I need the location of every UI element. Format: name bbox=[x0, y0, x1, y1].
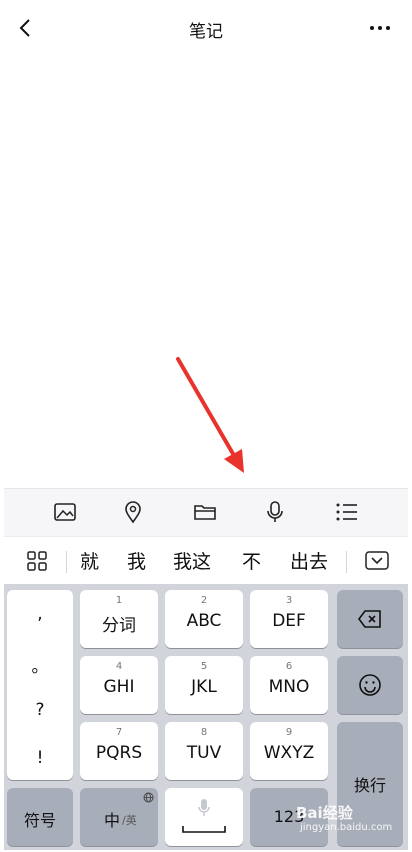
candidate-word[interactable]: 出去 bbox=[290, 547, 328, 574]
punctuation-exclaim[interactable]: ! bbox=[7, 748, 73, 768]
page-title: 笔记 bbox=[189, 22, 223, 42]
checklist-icon[interactable] bbox=[334, 499, 360, 525]
watermark-brand: Bai经验 bbox=[296, 804, 353, 822]
folder-icon[interactable] bbox=[192, 499, 218, 525]
microphone-icon bbox=[198, 799, 210, 816]
punctuation-question[interactable]: ? bbox=[7, 700, 73, 720]
space-key[interactable] bbox=[165, 788, 243, 846]
emoji-icon bbox=[359, 674, 381, 696]
symbols-key[interactable]: 符号 bbox=[7, 788, 73, 846]
language-switch-key[interactable]: 中 /英 bbox=[80, 788, 158, 846]
punctuation-period[interactable]: 。 bbox=[7, 652, 73, 677]
punctuation-list[interactable]: , 。 ? ! bbox=[7, 590, 73, 780]
watermark-url: jingyan.baidu.com bbox=[300, 822, 393, 833]
key-4[interactable]: 4 GHI bbox=[80, 656, 158, 714]
backspace-icon bbox=[358, 610, 381, 628]
key-8[interactable]: 8 TUV bbox=[165, 722, 243, 780]
divider bbox=[66, 551, 67, 573]
divider bbox=[346, 551, 347, 573]
key-1[interactable]: 1 分词 bbox=[80, 590, 158, 648]
key-2[interactable]: 2 ABC bbox=[165, 590, 243, 648]
key-7[interactable]: 7 PQRS bbox=[80, 722, 158, 780]
annotation-arrow-icon bbox=[170, 355, 260, 485]
key-6[interactable]: 6 MNO bbox=[250, 656, 328, 714]
candidate-word[interactable]: 我这 bbox=[173, 547, 211, 574]
key-3[interactable]: 3 DEF bbox=[250, 590, 328, 648]
globe-icon bbox=[143, 792, 154, 803]
space-bar-icon bbox=[182, 826, 226, 833]
candidate-bar: 就 我 我这 不 出去 bbox=[4, 536, 408, 585]
punctuation-comma[interactable]: , bbox=[7, 604, 73, 624]
location-icon[interactable] bbox=[120, 499, 146, 525]
candidate-word[interactable]: 我 bbox=[127, 547, 146, 574]
candidate-word[interactable]: 不 bbox=[242, 547, 261, 574]
keyboard: , 。 ? ! 1 分词 2 ABC 3 DEF 4 GHI 5 JKL 6 M… bbox=[4, 584, 408, 850]
top-bar: 笔记 bbox=[0, 0, 412, 58]
microphone-icon[interactable] bbox=[262, 499, 288, 525]
collapse-keyboard-icon[interactable] bbox=[364, 550, 390, 572]
image-icon[interactable] bbox=[52, 499, 78, 525]
emoji-key[interactable] bbox=[337, 656, 403, 714]
more-options-icon[interactable] bbox=[368, 16, 392, 40]
key-5[interactable]: 5 JKL bbox=[165, 656, 243, 714]
note-toolbar bbox=[4, 488, 408, 537]
grid-menu-icon[interactable] bbox=[26, 550, 48, 572]
key-9[interactable]: 9 WXYZ bbox=[250, 722, 328, 780]
candidate-word[interactable]: 就 bbox=[80, 547, 99, 574]
backspace-key[interactable] bbox=[337, 590, 403, 648]
